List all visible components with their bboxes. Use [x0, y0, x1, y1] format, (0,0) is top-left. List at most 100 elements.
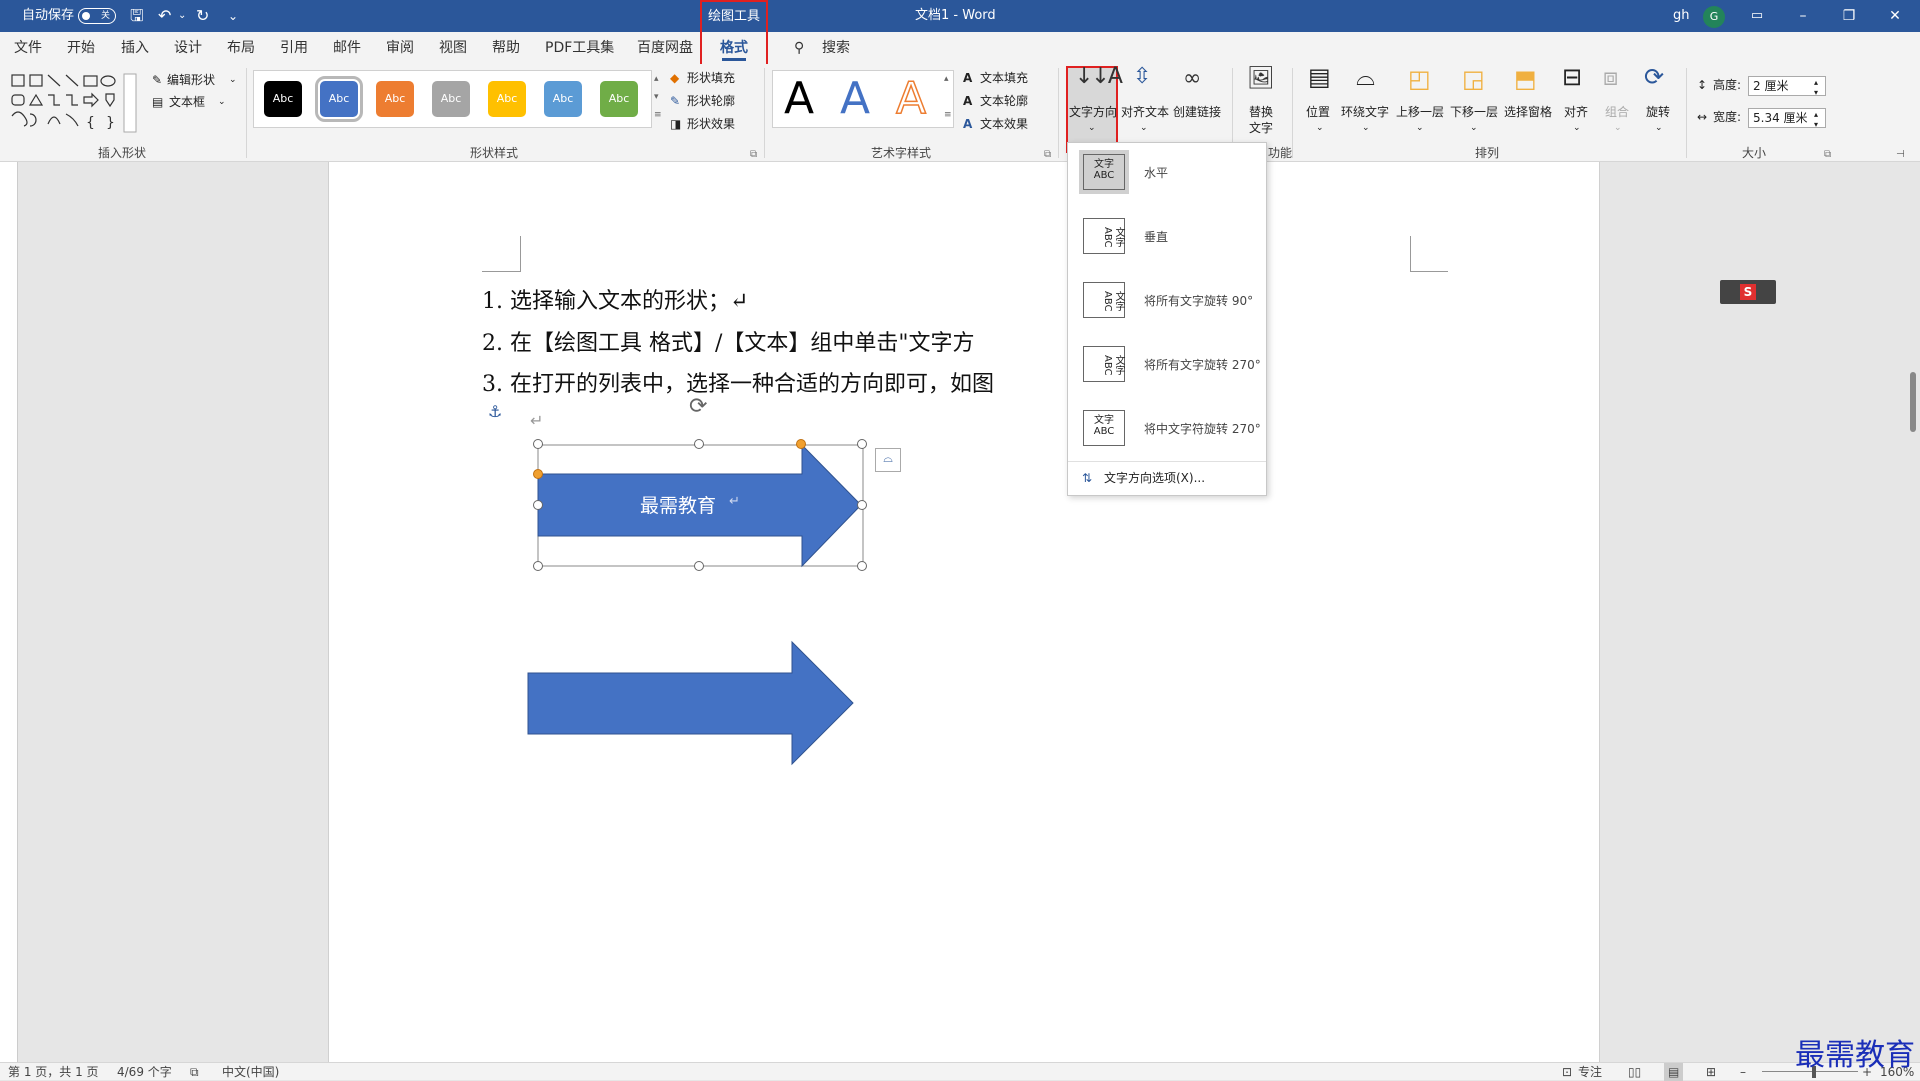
- save-icon[interactable]: 🖫: [130, 0, 144, 32]
- ime-toolbar[interactable]: S: [1720, 280, 1776, 304]
- gallery-more-icon[interactable]: ≡: [654, 106, 662, 124]
- read-mode-icon[interactable]: ▯▯: [1628, 1063, 1641, 1081]
- align-dropdown-icon[interactable]: ⌄: [1573, 119, 1581, 137]
- shape-outline-button[interactable]: 形状轮廓: [687, 92, 735, 110]
- shape-style-swatch[interactable]: Abc: [544, 81, 582, 117]
- tab-home[interactable]: 开始: [67, 32, 95, 64]
- edit-shape-dropdown-icon[interactable]: ⌄: [229, 71, 237, 89]
- gallery-scroll-up-icon[interactable]: ▴: [654, 70, 659, 88]
- tab-baidu-netdisk[interactable]: 百度网盘: [637, 32, 693, 64]
- word-count[interactable]: 4/69 个字: [117, 1063, 172, 1081]
- shape-style-swatch[interactable]: Abc: [264, 81, 302, 117]
- doc-line-1[interactable]: 1. 选择输入文本的形状；↵: [482, 283, 748, 315]
- create-link-icon[interactable]: ∞: [1183, 68, 1201, 90]
- resize-handle[interactable]: [533, 439, 543, 449]
- text-box-icon[interactable]: ▤: [152, 93, 163, 111]
- text-direction-option-rotate-90[interactable]: 文字ABC 将所有文字旋转 90°: [1068, 271, 1266, 331]
- shape-style-swatch-selected[interactable]: Abc: [315, 76, 363, 122]
- tab-file[interactable]: 文件: [14, 32, 42, 64]
- text-direction-option-cjk-rotate-270[interactable]: 文字 ABC 将中文字符旋转 270°: [1068, 399, 1266, 459]
- shape-fill-button[interactable]: 形状填充: [687, 69, 735, 87]
- text-fill-icon[interactable]: A: [963, 69, 972, 87]
- wrap-text-icon[interactable]: ⌓: [1356, 65, 1375, 89]
- send-backward-icon[interactable]: ◲: [1462, 67, 1485, 91]
- shape-style-swatch[interactable]: Abc: [488, 81, 526, 117]
- arrow-shape[interactable]: [526, 640, 856, 766]
- ribbon-display-options-icon[interactable]: ▭: [1734, 0, 1780, 32]
- adjust-handle[interactable]: [796, 439, 806, 449]
- shape-effects-button[interactable]: 形状效果: [687, 115, 735, 133]
- user-name[interactable]: gh: [1673, 0, 1690, 32]
- align-text-icon[interactable]: ⇳: [1133, 66, 1151, 88]
- rotate-icon[interactable]: ⟳: [1644, 65, 1664, 89]
- wordart-style-orange-outline[interactable]: A: [895, 73, 927, 125]
- web-layout-icon[interactable]: ⊞: [1706, 1063, 1716, 1081]
- language-status[interactable]: 中文(中国): [222, 1063, 279, 1081]
- resize-handle[interactable]: [533, 561, 543, 571]
- shape-style-swatch[interactable]: Abc: [432, 81, 470, 117]
- arrow-shape-text[interactable]: 最需教育: [640, 491, 716, 518]
- minimize-button[interactable]: –: [1780, 0, 1826, 32]
- wordart-style-blue[interactable]: A: [840, 74, 870, 124]
- restore-button[interactable]: ❐: [1826, 0, 1872, 32]
- tab-layout[interactable]: 布局: [227, 32, 255, 64]
- edit-shape-icon[interactable]: ✎: [152, 71, 162, 89]
- group-icon[interactable]: ⧈: [1603, 65, 1618, 89]
- search-icon[interactable]: ⚲: [794, 32, 804, 64]
- zoom-out-icon[interactable]: –: [1740, 1063, 1746, 1081]
- proofing-icon[interactable]: ⧉: [190, 1063, 199, 1081]
- text-direction-option-rotate-270[interactable]: 文字ABC 将所有文字旋转 270°: [1068, 335, 1266, 395]
- rotate-handle-icon[interactable]: ⟳: [689, 396, 707, 418]
- resize-handle[interactable]: [857, 561, 867, 571]
- height-spin-down-icon[interactable]: ▾: [1814, 84, 1818, 102]
- position-dropdown-icon[interactable]: ⌄: [1316, 119, 1324, 137]
- selection-pane-icon[interactable]: ⬒: [1514, 67, 1537, 91]
- customize-toolbar-icon[interactable]: ⌄: [228, 0, 238, 32]
- alt-text-icon[interactable]: 🖼: [1247, 68, 1275, 90]
- tab-view[interactable]: 视图: [439, 32, 467, 64]
- tab-design[interactable]: 设计: [174, 32, 202, 64]
- tab-insert[interactable]: 插入: [121, 32, 149, 64]
- autosave-toggle[interactable]: 关: [78, 8, 116, 24]
- selection-pane-button[interactable]: 选择窗格: [1504, 103, 1552, 121]
- text-outline-icon[interactable]: A: [963, 92, 972, 110]
- align-icon[interactable]: ⊟: [1562, 65, 1582, 89]
- bring-forward-icon[interactable]: ◰: [1408, 67, 1431, 91]
- focus-mode[interactable]: 专注: [1578, 1063, 1602, 1081]
- rotate-dropdown-icon[interactable]: ⌄: [1655, 119, 1663, 137]
- send-backward-dropdown-icon[interactable]: ⌄: [1470, 119, 1478, 137]
- gallery-scroll-down-icon[interactable]: ▾: [654, 88, 659, 106]
- layout-options-icon[interactable]: ⌓: [875, 448, 901, 472]
- doc-line-3[interactable]: 3. 在打开的列表中，选择一种合适的方向即可，如图: [482, 366, 994, 398]
- width-spin-down-icon[interactable]: ▾: [1814, 116, 1818, 134]
- doc-line-2[interactable]: 2. 在【绘图工具 格式】/【文本】组中单击"文字方: [482, 325, 975, 357]
- page-count[interactable]: 第 1 页，共 1 页: [8, 1063, 99, 1081]
- shape-effects-icon[interactable]: ◨: [670, 115, 681, 133]
- resize-handle[interactable]: [857, 439, 867, 449]
- position-icon[interactable]: ▤: [1308, 65, 1331, 89]
- resize-handle[interactable]: [857, 500, 867, 510]
- text-fill-button[interactable]: 文本填充: [980, 69, 1028, 87]
- text-outline-button[interactable]: 文本轮廓: [980, 92, 1028, 110]
- wrap-text-dropdown-icon[interactable]: ⌄: [1362, 119, 1370, 137]
- tab-review[interactable]: 审阅: [386, 32, 414, 64]
- wordart-style-black[interactable]: A: [784, 74, 814, 124]
- text-direction-options-item[interactable]: ⇅ 文字方向选项(X)...: [1068, 461, 1266, 495]
- tab-help[interactable]: 帮助: [492, 32, 520, 64]
- close-button[interactable]: ✕: [1872, 0, 1918, 32]
- tab-references[interactable]: 引用: [280, 32, 308, 64]
- search-label[interactable]: 搜索: [822, 32, 850, 64]
- group-dropdown-icon[interactable]: ⌄: [1614, 119, 1622, 137]
- text-box-button[interactable]: 文本框: [169, 93, 205, 111]
- align-text-dropdown-icon[interactable]: ⌄: [1140, 119, 1148, 137]
- wordart-scroll-up-icon[interactable]: ▴: [944, 70, 949, 88]
- text-effects-icon[interactable]: A: [963, 115, 972, 133]
- text-box-dropdown-icon[interactable]: ⌄: [218, 93, 226, 111]
- text-effects-button[interactable]: 文本效果: [980, 115, 1028, 133]
- resize-handle[interactable]: [694, 439, 704, 449]
- undo-icon[interactable]: ↶: [158, 0, 171, 32]
- shape-style-swatch[interactable]: Abc: [600, 81, 638, 117]
- tab-pdf-tools[interactable]: PDF工具集: [545, 32, 614, 64]
- vertical-scrollbar-thumb[interactable]: [1910, 372, 1916, 432]
- undo-dropdown-icon[interactable]: ⌄: [178, 0, 186, 32]
